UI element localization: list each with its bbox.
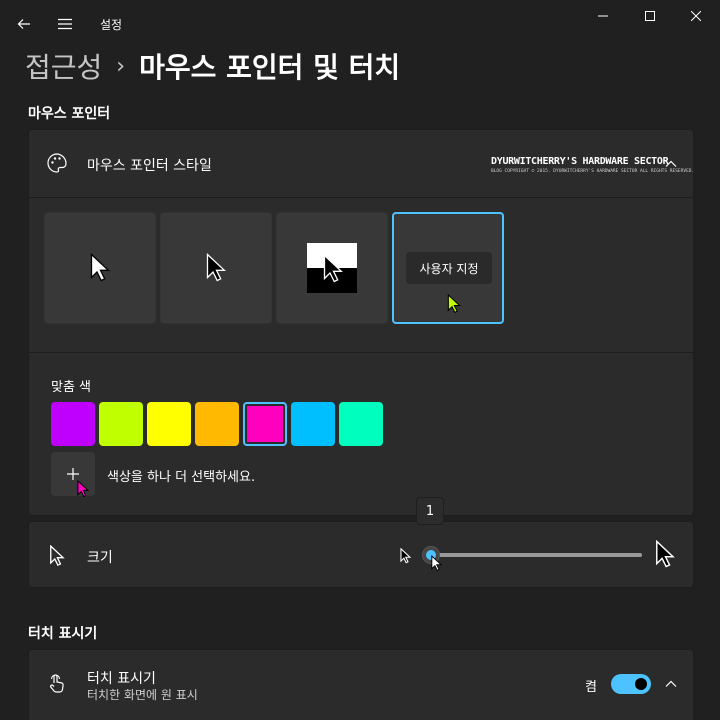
touch-indicator-toggle[interactable] (611, 674, 651, 694)
size-slider-track[interactable] (430, 553, 642, 557)
divider (29, 197, 693, 198)
magenta-pointer-icon (77, 480, 89, 498)
custom-colors-label: 맞춤 색 (51, 380, 92, 395)
section-title-touch-indicator: 터치 표시기 (28, 626, 98, 642)
touch-indicator-label: 터치 표시기 (87, 671, 156, 687)
size-value-tooltip: 1 (416, 497, 444, 525)
watermark-title: DYURWITCHERRY'S HARDWARE SECTOR (491, 156, 669, 167)
title-bar: 설정 (0, 0, 720, 48)
watermark: DYURWITCHERRY'S HARDWARE SECTOR BLOG COP… (491, 156, 695, 174)
size-label: 크기 (87, 550, 113, 566)
pointer-style-inverted-tile[interactable] (276, 212, 388, 324)
toggle-knob (635, 678, 647, 690)
color-swatch[interactable] (339, 402, 383, 446)
color-swatch[interactable] (51, 402, 95, 446)
chevron-up-icon[interactable] (663, 676, 679, 692)
pointer-style-custom-tile[interactable]: 사용자 지정 (392, 212, 504, 324)
menu-button[interactable] (49, 8, 81, 40)
large-pointer-icon (656, 540, 675, 568)
touch-indicator-card[interactable]: 터치 표시기 터치한 화면에 원 표시 켬 (28, 649, 694, 720)
add-color-label: 색상을 하나 더 선택하세요. (107, 470, 256, 485)
color-swatch-selected[interactable] (243, 402, 287, 446)
toggle-state-label: 켬 (585, 680, 597, 695)
page-title: 마우스 포인터 및 터치 (139, 51, 401, 84)
pointer-style-white-tile[interactable] (44, 212, 156, 324)
inverted-preview (307, 243, 357, 293)
plus-icon (67, 468, 79, 480)
maximize-icon (645, 11, 655, 21)
touch-indicator-description: 터치한 화면에 원 표시 (87, 688, 198, 702)
small-pointer-icon (400, 548, 411, 564)
maximize-button[interactable] (627, 0, 673, 32)
black-pointer-icon (206, 253, 226, 282)
size-pointer-icon (45, 544, 69, 568)
breadcrumb: 접근성 › 마우스 포인터 및 터치 (25, 46, 400, 86)
color-swatch[interactable] (195, 402, 239, 446)
color-swatch[interactable] (99, 402, 143, 446)
pointer-style-card: 마우스 포인터 스타일 DYURWITCHERRY'S HARDWARE SEC… (28, 129, 694, 516)
palette-icon (45, 151, 69, 175)
section-title-mouse-pointer: 마우스 포인터 (28, 106, 111, 122)
minimize-button[interactable] (580, 0, 626, 32)
chevron-up-icon[interactable] (663, 156, 679, 172)
color-swatch[interactable] (147, 402, 191, 446)
pointer-style-header[interactable]: 마우스 포인터 스타일 DYURWITCHERRY'S HARDWARE SEC… (29, 130, 695, 197)
custom-style-label: 사용자 지정 (406, 252, 492, 284)
color-swatch[interactable] (291, 402, 335, 446)
add-color-button[interactable] (51, 452, 95, 498)
breadcrumb-separator: › (116, 53, 126, 79)
hamburger-icon (58, 18, 72, 30)
minimize-icon (598, 15, 608, 17)
close-icon (691, 11, 701, 21)
pointer-style-label: 마우스 포인터 스타일 (87, 158, 212, 174)
white-pointer-icon (90, 253, 110, 282)
cursor-on-slider-icon (431, 555, 442, 572)
inverted-pointer-icon (323, 254, 343, 283)
watermark-subtitle: BLOG COPYRIGHT © 2015. DYURWITCHERRY'S H… (491, 169, 695, 174)
app-title: 설정 (100, 18, 123, 32)
close-button[interactable] (673, 0, 719, 32)
back-arrow-icon (17, 19, 30, 29)
breadcrumb-parent-link[interactable]: 접근성 (25, 46, 102, 86)
back-button[interactable] (8, 8, 40, 40)
custom-color-pointer-icon (447, 294, 461, 314)
pointer-style-black-tile[interactable] (160, 212, 272, 324)
divider (29, 352, 693, 353)
touch-hand-icon (45, 672, 69, 696)
